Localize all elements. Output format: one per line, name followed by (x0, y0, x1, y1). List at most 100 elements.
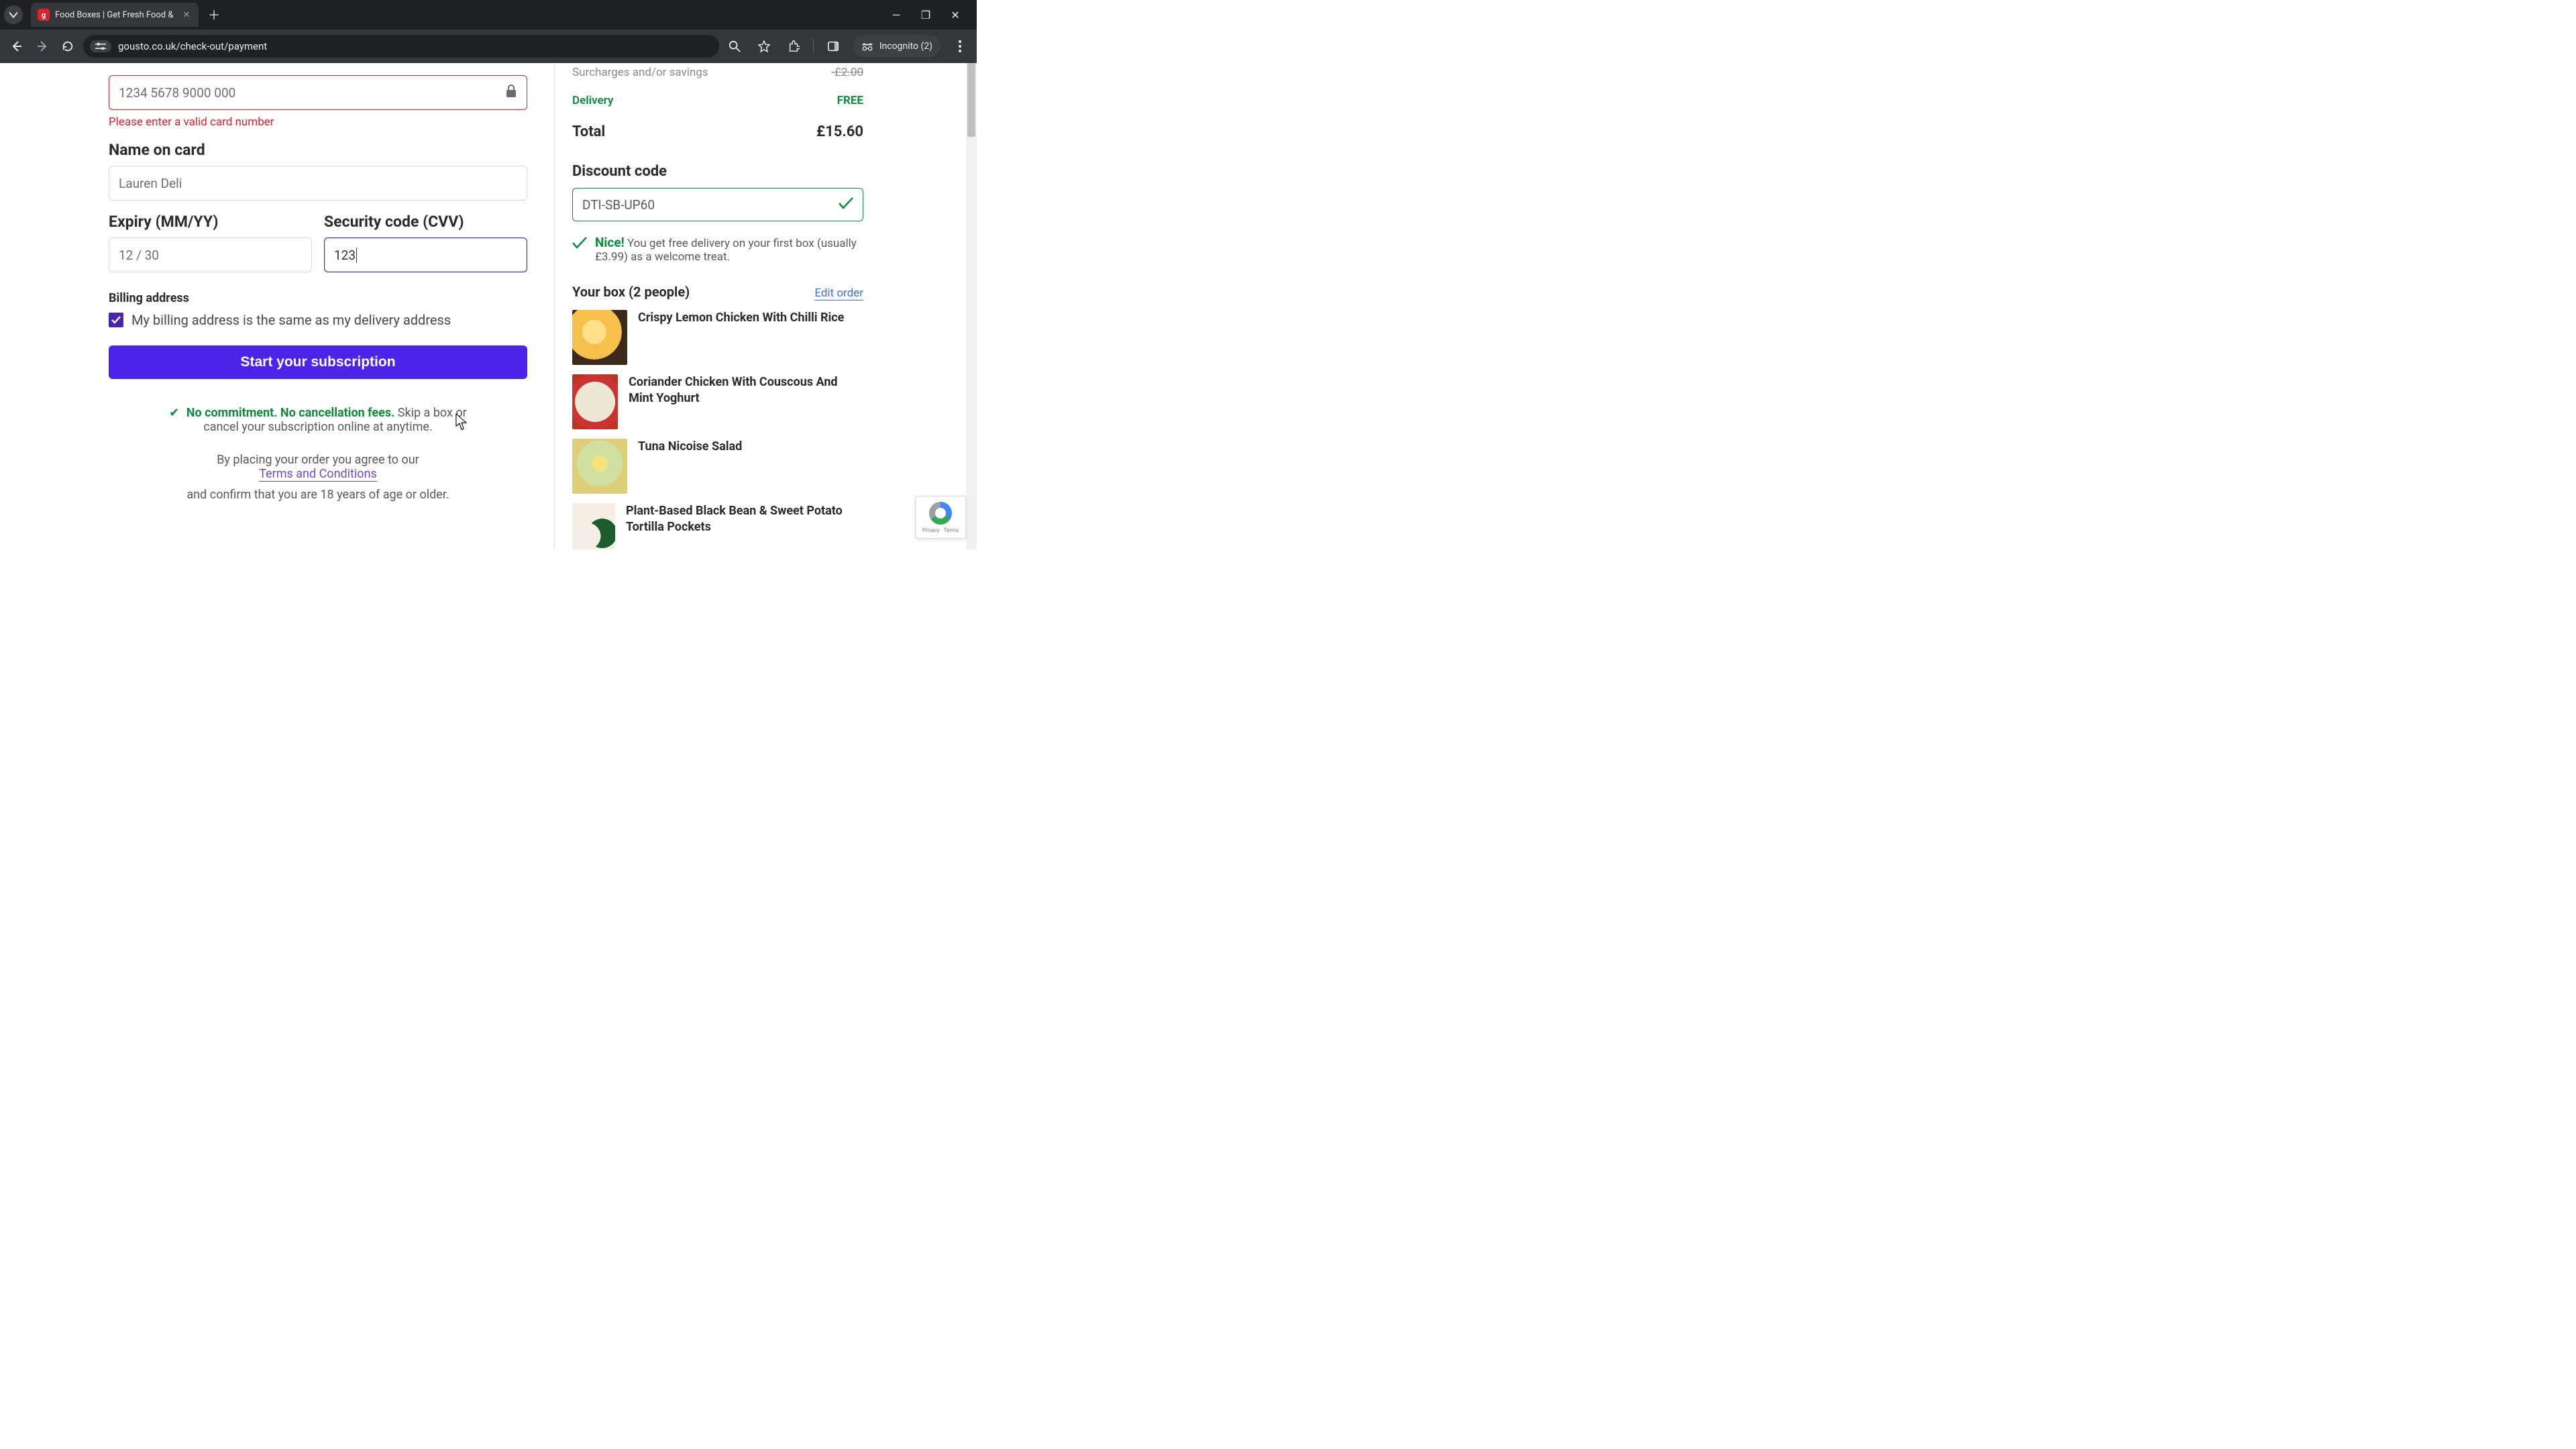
kebab-icon (959, 40, 961, 52)
card-number-input[interactable]: 1234 5678 9000 000 (109, 75, 527, 110)
forward-button[interactable] (32, 36, 52, 56)
active-tab[interactable]: g Food Boxes | Get Fresh Food & ✕ (31, 3, 199, 27)
meal-thumbnail (572, 503, 615, 549)
meal-item: Plant-Based Black Bean & Sweet Potato To… (572, 503, 863, 549)
total-label: Total (572, 123, 605, 140)
new-tab-button[interactable]: ＋ (208, 6, 220, 23)
expiry-input[interactable]: 12 / 30 (109, 237, 312, 272)
browser-window-frame: g Food Boxes | Get Fresh Food & ✕ ＋ ― ❐ … (0, 0, 977, 63)
terms-block: By placing your order you agree to our T… (109, 453, 527, 502)
puzzle-icon (788, 40, 800, 52)
maximize-button[interactable]: ❐ (920, 9, 931, 21)
meal-list: Crispy Lemon Chicken With Chilli Rice Co… (572, 310, 863, 549)
delivery-value: FREE (837, 94, 863, 107)
total-row: Total £15.60 (572, 110, 863, 147)
billing-same-checkbox[interactable] (109, 313, 123, 327)
meal-title: Crispy Lemon Chicken With Chilli Rice (638, 310, 844, 326)
recaptcha-badge[interactable]: Privacy · Terms (915, 496, 966, 539)
meal-title: Tuna Nicoise Salad (638, 439, 742, 455)
address-bar[interactable]: gousto.co.uk/check-out/payment (83, 35, 719, 58)
arrow-left-icon (10, 40, 23, 53)
chevron-down-icon (9, 11, 17, 19)
cvv-input[interactable]: 123 (324, 237, 527, 272)
reload-button[interactable] (58, 36, 78, 56)
expiry-value: 12 / 30 (119, 248, 159, 263)
nice-text: You get free delivery on your first box … (595, 237, 857, 264)
star-icon (758, 40, 770, 52)
discount-confirmation: Nice! You get free delivery on your firs… (572, 235, 863, 264)
surcharges-value: -£2.00 (831, 66, 863, 79)
payment-form: 1234 5678 9000 000 Please enter a valid … (0, 63, 527, 549)
name-on-card-input[interactable]: Lauren Deli (109, 166, 527, 201)
meal-item: Tuna Nicoise Salad (572, 439, 863, 494)
tab-title: Food Boxes | Get Fresh Food & (55, 10, 176, 20)
card-number-error: Please enter a valid card number (109, 115, 527, 129)
lock-icon (505, 85, 517, 101)
favicon-icon: g (38, 9, 50, 21)
scrollbar-thumb[interactable] (967, 63, 975, 137)
your-box-title: Your box (2 people) (572, 284, 690, 300)
magnifier-icon (729, 40, 741, 52)
discount-code-input[interactable]: DTI-SB-UP60 (572, 188, 863, 221)
kebab-menu-button[interactable] (950, 36, 970, 56)
cvv-value: 123 (334, 248, 357, 263)
discount-code-value: DTI-SB-UP60 (582, 197, 655, 213)
tab-search-button[interactable] (4, 5, 23, 24)
commitment-bold: No commitment. No cancellation fees. (186, 406, 395, 420)
billing-same-checkbox-row[interactable]: My billing address is the same as my del… (109, 312, 527, 328)
billing-address-head: Billing address (109, 291, 527, 305)
name-on-card-value: Lauren Deli (119, 176, 182, 191)
tab-strip: g Food Boxes | Get Fresh Food & ✕ ＋ ― ❐ … (0, 0, 977, 30)
meal-title: Plant-Based Black Bean & Sweet Potato To… (626, 503, 863, 536)
check-icon (111, 316, 121, 324)
your-box-head: Your box (2 people) Edit order (572, 284, 863, 301)
bookmark-button[interactable] (754, 36, 774, 56)
meal-item: Crispy Lemon Chicken With Chilli Rice (572, 310, 863, 365)
url-text: gousto.co.uk/check-out/payment (118, 40, 267, 52)
cvv-label: Security code (CVV) (324, 213, 527, 231)
meal-thumbnail (572, 310, 627, 365)
check-icon (839, 197, 853, 213)
terms-post: and confirm that you are 18 years of age… (109, 488, 527, 502)
close-window-button[interactable]: ✕ (950, 9, 961, 21)
back-button[interactable] (7, 36, 27, 56)
tune-icon (95, 42, 106, 50)
recaptcha-icon (929, 502, 952, 525)
terms-pre: By placing your order you agree to our (109, 453, 527, 467)
minimize-button[interactable]: ― (891, 9, 902, 21)
page-scrollbar[interactable] (966, 63, 977, 549)
start-subscription-button[interactable]: Start your subscription (109, 345, 527, 379)
incognito-label: Incognito (2) (879, 41, 932, 52)
edit-order-link[interactable]: Edit order (814, 286, 863, 301)
incognito-indicator[interactable]: Incognito (2) (853, 36, 941, 57)
recaptcha-terms: Terms (944, 527, 959, 533)
arrow-right-icon (36, 40, 49, 53)
expiry-label: Expiry (MM/YY) (109, 213, 312, 231)
extensions-button[interactable] (784, 36, 804, 56)
surcharges-label: Surcharges and/or savings (572, 66, 708, 79)
nice-label: Nice! (595, 235, 625, 250)
zoom-button[interactable] (724, 36, 745, 56)
panel-icon (827, 40, 839, 52)
card-number-value: 1234 5678 9000 000 (119, 85, 235, 101)
start-subscription-label: Start your subscription (240, 354, 395, 370)
billing-same-label: My billing address is the same as my del… (131, 312, 451, 328)
total-value: £15.60 (816, 123, 863, 140)
toolbar: gousto.co.uk/check-out/payment (0, 30, 977, 63)
reload-icon (62, 40, 74, 52)
terms-link[interactable]: Terms and Conditions (259, 467, 377, 482)
close-tab-button[interactable]: ✕ (181, 10, 192, 20)
meal-thumbnail (572, 439, 627, 494)
surcharges-row: Surcharges and/or savings -£2.00 (572, 63, 863, 82)
window-controls: ― ❐ ✕ (891, 9, 973, 21)
site-controls-button[interactable] (90, 40, 111, 52)
check-icon: ✔ (169, 406, 179, 420)
delivery-label: Delivery (572, 94, 613, 107)
page-viewport: 1234 5678 9000 000 Please enter a valid … (0, 63, 977, 549)
name-on-card-label: Name on card (109, 141, 527, 159)
meal-thumbnail (572, 374, 618, 429)
discount-head: Discount code (572, 163, 863, 180)
recaptcha-privacy: Privacy (922, 527, 940, 533)
sidepanel-button[interactable] (823, 36, 843, 56)
meal-item: Coriander Chicken With Couscous And Mint… (572, 374, 863, 429)
